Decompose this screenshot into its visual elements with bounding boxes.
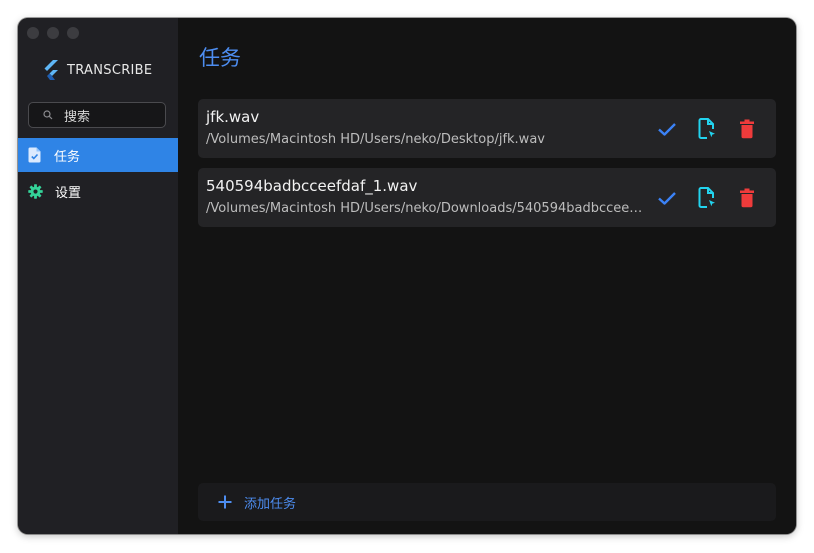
sidebar-item-label: 任务	[54, 149, 81, 165]
open-file-button[interactable]	[695, 186, 719, 210]
app-title: TRANSCRIBE	[67, 62, 153, 78]
search-placeholder: 搜索	[64, 109, 91, 125]
task-filepath: /Volumes/Macintosh HD/Users/neko/Desktop…	[206, 132, 545, 147]
app-brand: TRANSCRIBE	[42, 58, 152, 82]
add-task-button[interactable]: 添加任务	[198, 483, 776, 521]
flutter-logo-icon	[44, 60, 58, 80]
window-controls	[27, 27, 79, 39]
file-check-icon	[28, 147, 41, 163]
add-task-label: 添加任务	[244, 496, 297, 512]
done-button[interactable]	[655, 186, 679, 210]
minimize-window-button[interactable]	[47, 27, 59, 39]
check-icon	[658, 123, 676, 136]
sidebar-item-label: 设置	[55, 185, 82, 201]
zoom-window-button[interactable]	[67, 27, 79, 39]
sidebar-item-settings[interactable]: 设置	[18, 174, 178, 208]
trash-icon	[740, 188, 754, 208]
open-file-icon	[698, 187, 715, 208]
task-filepath: /Volumes/Macintosh HD/Users/neko/Downloa…	[206, 201, 644, 216]
sidebar: TRANSCRIBE 搜索 任务 设置	[18, 18, 178, 534]
open-file-icon	[698, 118, 715, 139]
open-file-button[interactable]	[695, 117, 719, 141]
delete-button[interactable]	[735, 186, 759, 210]
plus-icon	[218, 495, 232, 509]
task-row[interactable]: 540594badbcceefdaf_1.wav /Volumes/Macint…	[198, 168, 776, 227]
search-icon	[43, 110, 53, 120]
app-window: TRANSCRIBE 搜索 任务 设置 任务 jfk.wav /Volumes/…	[18, 18, 796, 534]
task-filename: jfk.wav	[206, 108, 260, 126]
close-window-button[interactable]	[27, 27, 39, 39]
search-input[interactable]: 搜索	[28, 102, 166, 128]
main-content: 任务 jfk.wav /Volumes/Macintosh HD/Users/n…	[178, 18, 796, 534]
gear-icon	[28, 183, 43, 199]
task-row[interactable]: jfk.wav /Volumes/Macintosh HD/Users/neko…	[198, 99, 776, 158]
page-title: 任务	[199, 46, 241, 70]
delete-button[interactable]	[735, 117, 759, 141]
trash-icon	[740, 119, 754, 139]
sidebar-item-tasks[interactable]: 任务	[18, 138, 178, 172]
done-button[interactable]	[655, 117, 679, 141]
check-icon	[658, 192, 676, 205]
task-filename: 540594badbcceefdaf_1.wav	[206, 177, 418, 195]
